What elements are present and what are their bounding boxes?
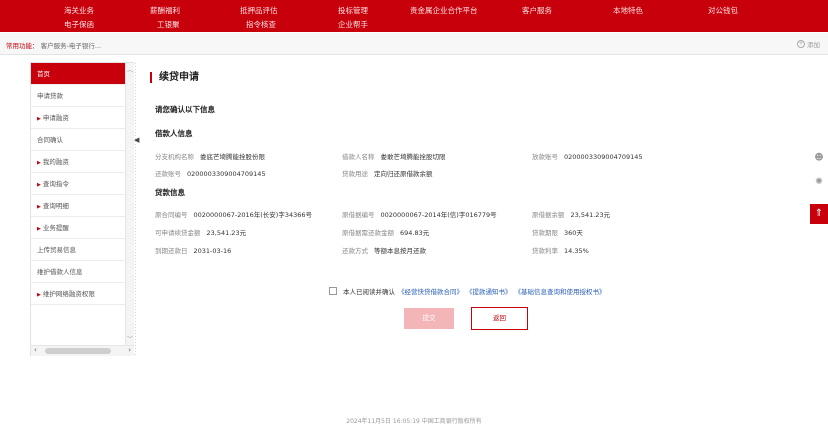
- scroll-up-icon[interactable]: ︿: [127, 65, 133, 74]
- nav-item-guarantee[interactable]: 电子保函: [64, 19, 94, 30]
- nav-item-helper[interactable]: 企业帮手: [338, 19, 368, 30]
- sidebar-item-label: 申请贷款: [37, 92, 63, 100]
- sidebar-item-label: 查询明细: [42, 202, 69, 210]
- nav-item-precious-metals[interactable]: 贵金属企业合作平台: [410, 5, 478, 16]
- field-borrower-name: 借款人名称 娄敢芒埼腾能拴股切限: [342, 153, 446, 161]
- nav-item-customer-service[interactable]: 客户服务: [522, 5, 552, 16]
- quick-functions-label: 常用功能：: [6, 42, 39, 50]
- caret-right-icon: ▶: [37, 204, 41, 210]
- nav-item-customs[interactable]: 海关业务: [64, 5, 94, 16]
- agreement-row: 本人已阅读并确认 《经营快贷借款合同》 《提款通知书》 《基础信息查询和使用授权…: [329, 286, 609, 296]
- customer-service-icon[interactable]: ☻: [810, 148, 828, 168]
- scroll-left-icon[interactable]: ‹: [34, 346, 37, 354]
- sidebar-item-label: 查询指令: [42, 180, 69, 188]
- sidebar-item[interactable]: ▶ 业务提醒: [31, 217, 125, 239]
- nav-item-instruction-check[interactable]: 指令核查: [246, 19, 276, 30]
- top-navigation: 海关业务 薪酬福利 抵押品评估 投标管理 贵金属企业合作平台 客户服务 本地特色…: [0, 0, 828, 32]
- borrower-heading: 借款人信息: [155, 129, 193, 138]
- floating-toolbar: ☻ ✺ ⇑: [810, 148, 828, 224]
- sidebar-item-label: 合同确认: [37, 136, 63, 144]
- collapse-sidebar-icon[interactable]: ◀: [134, 136, 139, 144]
- footer-copyright: 2024年11月5日 16:05:19 中国工商银行版权所有: [346, 418, 482, 425]
- link-info-authorization[interactable]: 《基础信息查询和使用授权书》: [515, 286, 606, 296]
- sidebar-horizontal-scrollbar[interactable]: ‹ ›: [31, 345, 134, 356]
- field-repayment-method: 还款方式 等额本息按月还款: [342, 247, 426, 255]
- field-renewable-amount: 可申请续贷金额 23,541.23元: [155, 229, 247, 237]
- nav-item-icbc-ju[interactable]: 工银聚: [157, 19, 180, 30]
- sidebar-item[interactable]: 首页: [31, 63, 125, 85]
- field-loan-term: 贷款期限 360天: [532, 229, 583, 237]
- field-original-receipt-no: 原借据编号 0020000067-2014年(信)字016779号: [342, 211, 497, 219]
- sidebar-item[interactable]: 上传贸易信息: [31, 239, 125, 261]
- back-button[interactable]: 返回: [471, 307, 528, 330]
- agreement-checkbox[interactable]: [329, 287, 337, 295]
- nav-item-local[interactable]: 本地特色: [613, 5, 643, 16]
- nav-item-collateral[interactable]: 抵押品评估: [240, 5, 278, 16]
- scroll-down-icon[interactable]: ﹀: [127, 334, 133, 343]
- caret-right-icon: ▶: [37, 182, 41, 188]
- add-label: 添加: [807, 41, 820, 49]
- field-maturity-date: 到期还款日 2031-03-16: [155, 247, 232, 255]
- sidebar-item[interactable]: ▶ 维护网络融资权限: [31, 283, 125, 305]
- sidebar-item-label: 业务提醒: [42, 224, 69, 232]
- agreement-text: 本人已阅读并确认: [343, 288, 395, 296]
- sidebar-menu: 首页 申请贷款 ▶ 申请融资 合同确认 ▶ 我的融资 ▶ 查询指令 ▶ 查询明细 ▶ 业务提醒 上传贸易信…: [31, 63, 125, 305]
- field-repayment-account: 还款账号 0200003309004709145: [155, 170, 266, 178]
- nav-item-bidding[interactable]: 投标管理: [338, 5, 368, 16]
- quick-functions-path[interactable]: 客户服务-电子银行...: [41, 42, 102, 50]
- caret-right-icon: ▶: [37, 292, 41, 298]
- sidebar-item-label: 维护网络融资权限: [42, 290, 95, 298]
- field-original-contract-no: 原合同编号 0020000067-2016年(长安)字34366号: [155, 211, 312, 219]
- field-repay-amount: 原借据需还款金额 694.83元: [342, 229, 430, 237]
- quick-functions-bar: 常用功能： 客户服务-电子银行... + 添加: [0, 33, 828, 55]
- sidebar-item[interactable]: 维护借款人信息: [31, 261, 125, 283]
- add-quick-function-button[interactable]: + 添加: [797, 39, 820, 49]
- sidebar-item-label: 首页: [37, 70, 50, 78]
- field-interest-rate: 贷款利率 14.35%: [532, 247, 589, 255]
- link-loan-contract[interactable]: 《经营快贷借款合同》: [398, 286, 463, 296]
- sidebar-item[interactable]: 合同确认: [31, 129, 125, 151]
- scroll-right-icon[interactable]: ›: [128, 346, 131, 354]
- scrollbar-thumb[interactable]: [45, 348, 111, 354]
- sidebar-item[interactable]: ▶ 查询明细: [31, 195, 125, 217]
- lightbulb-icon[interactable]: ✺: [810, 172, 828, 192]
- field-disbursement-account: 放款账号 0200003309004709145: [532, 153, 643, 161]
- nav-item-payroll[interactable]: 薪酬福利: [150, 5, 180, 16]
- sidebar-vertical-scrollbar[interactable]: ︿ ﹀: [125, 63, 134, 345]
- caret-right-icon: ▶: [37, 226, 41, 232]
- sidebar-item[interactable]: 申请贷款: [31, 85, 125, 107]
- field-loan-purpose: 贷款用途 定向归还原借款余额: [342, 170, 433, 178]
- sidebar-item-label: 维护借款人信息: [37, 268, 83, 276]
- sidebar: 首页 申请贷款 ▶ 申请融资 合同确认 ▶ 我的融资 ▶ 查询指令 ▶ 查询明细 ▶ 业务提醒 上传贸易信…: [30, 62, 134, 356]
- quick-functions: 常用功能： 客户服务-电子银行...: [6, 40, 101, 50]
- field-original-receipt-balance: 原借据余额 23,541.23元: [532, 211, 611, 219]
- sidebar-item[interactable]: ▶ 申请融资: [31, 107, 125, 129]
- add-circle-icon: +: [797, 40, 805, 48]
- submit-button[interactable]: 提交: [404, 308, 454, 329]
- sidebar-splitter[interactable]: [134, 62, 138, 356]
- sidebar-item-label: 我的融资: [42, 158, 69, 166]
- loan-heading: 贷款信息: [155, 188, 185, 197]
- sidebar-item[interactable]: ▶ 我的融资: [31, 151, 125, 173]
- link-withdrawal-notice[interactable]: 《提款通知书》: [466, 286, 512, 296]
- caret-right-icon: ▶: [37, 160, 41, 166]
- back-to-top-icon[interactable]: ⇑: [810, 204, 828, 224]
- page-title: 续贷申请: [150, 72, 199, 83]
- confirm-heading: 请您确认以下信息: [155, 105, 215, 114]
- sidebar-item[interactable]: ▶ 查询指令: [31, 173, 125, 195]
- sidebar-item-label: 申请融资: [42, 114, 69, 122]
- field-branch-name: 分支机构名称 娄底芒埼腾能拴股份限: [155, 153, 265, 161]
- nav-item-wallet[interactable]: 对公钱包: [708, 5, 738, 16]
- caret-right-icon: ▶: [37, 116, 41, 122]
- sidebar-item-label: 上传贸易信息: [37, 246, 76, 254]
